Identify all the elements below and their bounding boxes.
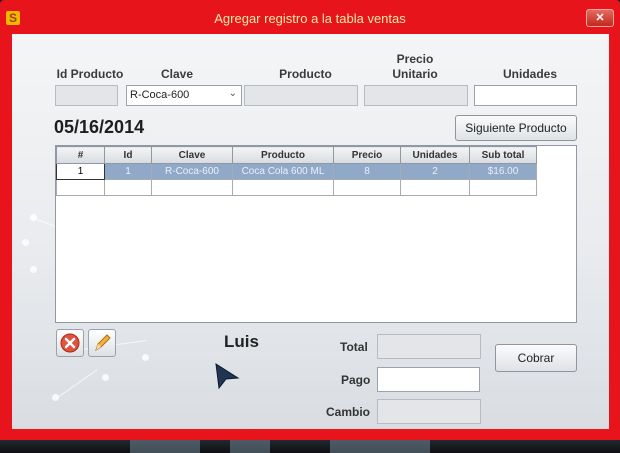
decor-dot bbox=[142, 354, 149, 361]
title-bar[interactable]: S Agregar registro a la tabla ventas ✕ bbox=[0, 0, 620, 34]
total-field[interactable] bbox=[377, 334, 481, 359]
x-circle-icon bbox=[60, 333, 80, 353]
empty-cell[interactable] bbox=[333, 179, 401, 196]
column-header[interactable]: Producto bbox=[232, 146, 334, 164]
decor-line bbox=[56, 369, 98, 399]
pago-field[interactable] bbox=[377, 367, 480, 392]
window-title: Agregar registro a la tabla ventas bbox=[214, 11, 406, 26]
empty-cell[interactable] bbox=[232, 179, 334, 196]
unidades-cell[interactable]: 2 bbox=[400, 163, 470, 180]
producto-cell[interactable]: Coca Cola 600 ML bbox=[232, 163, 334, 180]
clave-select[interactable]: R-Coca-600 ⌄ bbox=[126, 85, 242, 106]
table-row[interactable]: 1 1 R-Coca-600 Coca Cola 600 ML 8 2 $16.… bbox=[56, 163, 537, 180]
chevron-down-icon[interactable]: ⌄ bbox=[229, 88, 237, 99]
cobrar-button[interactable]: Cobrar bbox=[495, 344, 577, 372]
id-cell[interactable]: 1 bbox=[104, 163, 152, 180]
edit-button[interactable] bbox=[88, 329, 116, 357]
mouse-pointer-icon bbox=[215, 363, 240, 390]
sale-date: 05/16/2014 bbox=[54, 117, 145, 137]
precio-unitario-field[interactable] bbox=[364, 85, 468, 106]
user-name: Luis bbox=[224, 332, 259, 351]
label-id-producto: Id Producto bbox=[56, 67, 124, 81]
clave-select-value: R-Coca-600 bbox=[130, 89, 190, 101]
empty-cell[interactable] bbox=[56, 179, 105, 196]
label-unidades: Unidades bbox=[502, 67, 557, 81]
new-row[interactable] bbox=[56, 179, 537, 196]
precio-cell[interactable]: 8 bbox=[333, 163, 401, 180]
column-header[interactable]: # bbox=[56, 146, 105, 164]
column-header[interactable]: Clave bbox=[151, 146, 233, 164]
column-header[interactable]: Id bbox=[104, 146, 152, 164]
label-clave: Clave bbox=[160, 67, 194, 81]
empty-cell[interactable] bbox=[400, 179, 470, 196]
unidades-field[interactable] bbox=[474, 85, 577, 106]
producto-field[interactable] bbox=[244, 85, 358, 106]
cambio-field[interactable] bbox=[377, 399, 481, 424]
close-button[interactable]: ✕ bbox=[586, 9, 614, 27]
id-producto-field[interactable] bbox=[55, 85, 118, 106]
column-header[interactable]: Precio bbox=[333, 146, 401, 164]
decor-dot bbox=[22, 239, 29, 246]
delete-button[interactable] bbox=[56, 329, 84, 357]
empty-cell[interactable] bbox=[469, 179, 537, 196]
total-label: Total bbox=[340, 340, 368, 354]
dialog-client-area: Id Producto Clave Producto Precio Unitar… bbox=[12, 34, 609, 429]
label-producto: Producto bbox=[279, 67, 332, 81]
column-header[interactable]: Unidades bbox=[400, 146, 470, 164]
column-header[interactable]: Sub total bbox=[469, 146, 537, 164]
label-unitario: Unitario bbox=[392, 67, 438, 81]
clave-cell[interactable]: R-Coca-600 bbox=[151, 163, 233, 180]
pencil-icon bbox=[95, 334, 111, 352]
row-number-cell[interactable]: 1 bbox=[56, 163, 105, 180]
subtotal-cell[interactable]: $16.00 bbox=[469, 163, 537, 180]
grid-header-row: # Id Clave Producto Precio Unidades Sub … bbox=[56, 146, 537, 164]
label-precio: Precio bbox=[396, 52, 434, 66]
cambio-label: Cambio bbox=[326, 405, 371, 419]
pago-label: Pago bbox=[341, 373, 371, 387]
siguiente-producto-button[interactable]: Siguiente Producto bbox=[455, 115, 577, 141]
dialog-window: S Agregar registro a la tabla ventas ✕ I… bbox=[0, 0, 620, 440]
ventas-grid[interactable]: # Id Clave Producto Precio Unidades Sub … bbox=[55, 145, 577, 323]
decor-dot bbox=[102, 374, 109, 381]
decor-dot bbox=[30, 266, 37, 273]
empty-cell[interactable] bbox=[151, 179, 233, 196]
empty-cell[interactable] bbox=[104, 179, 152, 196]
